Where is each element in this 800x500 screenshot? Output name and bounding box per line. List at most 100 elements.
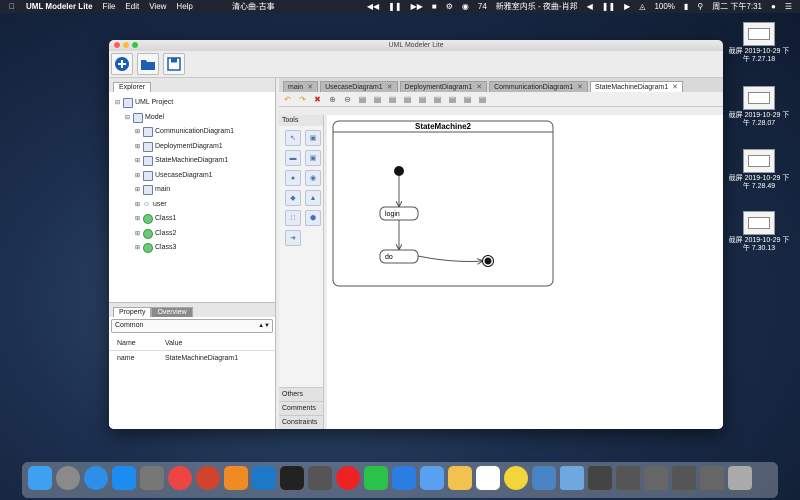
tree-item-project[interactable]: ⊟ UML Project	[115, 96, 275, 111]
apple-icon[interactable]: 	[6, 2, 18, 11]
close-window-button[interactable]	[114, 42, 120, 48]
state-do[interactable]: do	[379, 249, 419, 264]
tab-state-machine-diagram[interactable]: StateMachineDiagram1 ✕	[589, 81, 683, 92]
expand-icon[interactable]: ⊞	[135, 212, 143, 227]
cube-app-icon[interactable]	[532, 466, 556, 490]
battery-icon[interactable]: ▮	[684, 2, 688, 11]
align-center-icon[interactable]: ▤	[371, 94, 384, 105]
launchpad-icon[interactable]	[56, 466, 80, 490]
final-state-tool-icon[interactable]: ◉	[305, 170, 321, 186]
align-top-icon[interactable]: ▤	[401, 94, 414, 105]
trash-icon[interactable]	[728, 466, 752, 490]
new-button[interactable]	[111, 53, 133, 75]
wps-icon[interactable]	[392, 466, 416, 490]
tab-main[interactable]: main ✕	[283, 81, 319, 92]
history-tool-icon[interactable]: ⬢	[305, 210, 321, 226]
notification-center-icon[interactable]: ☰	[785, 2, 792, 11]
close-tab-icon[interactable]: ✕	[387, 84, 393, 91]
initial-state-tool-icon[interactable]: ●	[285, 170, 301, 186]
clock[interactable]: 周二 下午7:31	[712, 1, 762, 12]
play-pause-icon[interactable]: ❚❚	[602, 2, 615, 11]
expand-icon[interactable]: ⊞	[135, 183, 143, 198]
same-size-icon[interactable]: ▤	[476, 94, 489, 105]
table-row[interactable]: name StateMachineDiagram1	[109, 351, 275, 365]
choice-tool-icon[interactable]: ◆	[285, 190, 301, 206]
pause-icon[interactable]: ❚❚	[388, 2, 401, 11]
tree-item-model[interactable]: ⊟ Model	[115, 111, 275, 126]
title-bar[interactable]: UML Modeler Lite	[109, 40, 723, 51]
tree-item-class3[interactable]: ⊞ Class3	[115, 241, 275, 256]
tab-overview[interactable]: Overview	[151, 307, 193, 317]
tree-item-state-machine-diagram[interactable]: ⊞ StateMachineDiagram1	[115, 154, 275, 169]
align-bottom-icon[interactable]: ▤	[431, 94, 444, 105]
recent-window-icon[interactable]	[588, 466, 612, 490]
search-icon[interactable]: ⚲	[697, 2, 703, 11]
desktop-file[interactable]: 截屏 2019-10-29 下 午 7.28.49	[726, 149, 792, 191]
tree-item-main[interactable]: ⊞ main	[115, 183, 275, 198]
recent-window-icon[interactable]	[672, 466, 696, 490]
composite-state-tool-icon[interactable]: ▣	[305, 150, 321, 166]
same-width-icon[interactable]: ▤	[446, 94, 459, 105]
category-constraints[interactable]: Constraints	[279, 415, 323, 429]
collapse-icon[interactable]: ⊟	[115, 96, 123, 111]
align-middle-icon[interactable]: ▤	[416, 94, 429, 105]
zoom-out-icon[interactable]: ⊖	[341, 94, 354, 105]
fork-tool-icon[interactable]: ▲	[305, 190, 321, 206]
category-comments[interactable]: Comments	[279, 401, 323, 415]
next-icon[interactable]: ▶	[624, 2, 630, 11]
expand-icon[interactable]: ⊞	[135, 140, 143, 155]
chrome-icon[interactable]	[168, 466, 192, 490]
menu-edit[interactable]: Edit	[125, 2, 139, 11]
wechat-icon[interactable]: ◉	[462, 2, 469, 11]
tree-item-deployment-diagram[interactable]: ⊞ DeploymentDiagram1	[115, 140, 275, 155]
netease-music-icon[interactable]	[336, 466, 360, 490]
expand-icon[interactable]: ⊞	[135, 227, 143, 242]
expand-icon[interactable]: ⊞	[135, 125, 143, 140]
system-preferences-icon[interactable]	[140, 466, 164, 490]
state-tool-icon[interactable]: ▬	[285, 150, 301, 166]
desktop-file[interactable]: 截屏 2019-10-29 下 午 7.30.13	[726, 211, 792, 253]
now-playing-left[interactable]: 清心曲-古事	[232, 1, 275, 12]
tab-communication-diagram[interactable]: CommunicationDiagram1 ✕	[489, 81, 588, 92]
same-height-icon[interactable]: ▤	[461, 94, 474, 105]
user-avatar-icon[interactable]: ●	[771, 2, 776, 11]
recent-window-icon[interactable]	[616, 466, 640, 490]
tree-item-user[interactable]: ⊞ ☺ user	[115, 198, 275, 213]
menu-file[interactable]: File	[103, 2, 116, 11]
close-tab-icon[interactable]: ✕	[672, 84, 678, 91]
property-category-select[interactable]: Common ▲▼	[111, 319, 273, 333]
desktop-file[interactable]: 截屏 2019-10-29 下 午 7.28.07	[726, 86, 792, 128]
diagram-canvas[interactable]: StateMachine2 login do	[327, 115, 723, 429]
tree-item-communication-diagram[interactable]: ⊞ CommunicationDiagram1	[115, 125, 275, 140]
prev-icon[interactable]: ◀	[587, 2, 593, 11]
tab-deployment-diagram[interactable]: DeploymentDiagram1 ✕	[399, 81, 488, 92]
remote-desktop-icon[interactable]	[196, 466, 220, 490]
finder-icon[interactable]	[28, 466, 52, 490]
tree-item-class1[interactable]: ⊞ Class1	[115, 212, 275, 227]
collapse-icon[interactable]: ⊟	[125, 111, 133, 126]
next-track-icon[interactable]: ▶▶	[411, 2, 423, 11]
now-playing-center[interactable]: 新雅室内乐 - 夜曲-肖邦	[496, 1, 578, 12]
scissors-app-icon[interactable]	[448, 466, 472, 490]
wifi-icon[interactable]: ◬	[639, 2, 645, 11]
open-button[interactable]	[137, 53, 159, 75]
zoom-window-button[interactable]	[132, 42, 138, 48]
expand-icon[interactable]: ⊞	[135, 169, 143, 184]
baidu-netdisk-icon[interactable]	[476, 466, 500, 490]
tab-usecase-diagram[interactable]: UsecaseDiagram1 ✕	[320, 81, 398, 92]
sublime-text-icon[interactable]	[224, 466, 248, 490]
select-tool-icon[interactable]: ↖	[285, 130, 301, 146]
terminal-icon[interactable]	[280, 466, 304, 490]
vscode-icon[interactable]	[252, 466, 276, 490]
tree-item-usecase-diagram[interactable]: ⊞ UsecaseDiagram1	[115, 169, 275, 184]
delete-icon[interactable]: ✖	[311, 94, 324, 105]
zoom-in-icon[interactable]: ⊕	[326, 94, 339, 105]
save-button[interactable]	[163, 53, 185, 75]
align-right-icon[interactable]: ▤	[386, 94, 399, 105]
close-tab-icon[interactable]: ✕	[577, 84, 583, 91]
align-left-icon[interactable]: ▤	[356, 94, 369, 105]
expand-icon[interactable]: ⊞	[135, 198, 143, 213]
expand-icon[interactable]: ⊞	[135, 241, 143, 256]
app-store-icon[interactable]	[112, 466, 136, 490]
minimize-window-button[interactable]	[123, 42, 129, 48]
